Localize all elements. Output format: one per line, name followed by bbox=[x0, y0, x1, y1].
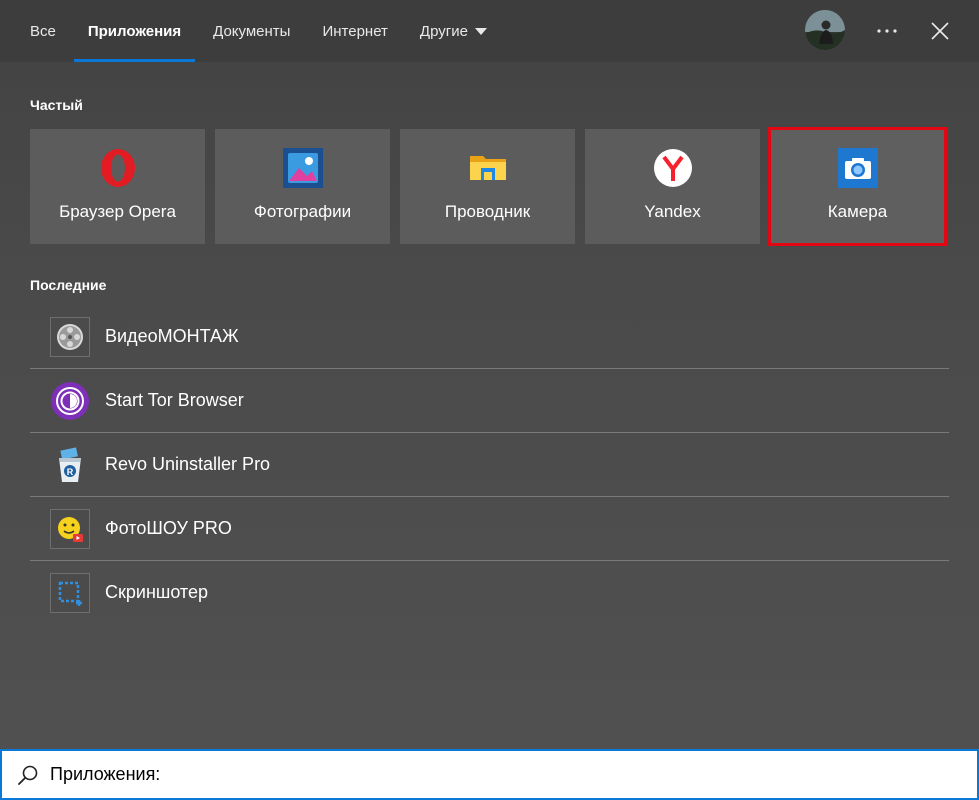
avatar-photo-icon bbox=[805, 10, 845, 50]
tab-internet[interactable]: Интернет bbox=[306, 0, 403, 62]
user-avatar[interactable] bbox=[805, 10, 845, 50]
close-button[interactable] bbox=[920, 11, 960, 51]
list-item-videomontazh[interactable]: ВидеоМОНТАЖ bbox=[30, 305, 949, 369]
tab-apps[interactable]: Приложения bbox=[72, 0, 197, 62]
recent-apps-list: ВидеоМОНТАЖ Start Tor Browser R Revo Uni… bbox=[30, 305, 949, 624]
file-explorer-icon bbox=[468, 148, 508, 188]
list-item-label: Start Tor Browser bbox=[105, 390, 244, 410]
svg-text:R: R bbox=[67, 467, 74, 477]
tile-camera[interactable]: Камера bbox=[768, 127, 947, 246]
more-options-button[interactable] bbox=[867, 11, 907, 51]
tor-browser-icon bbox=[50, 381, 90, 421]
tile-label: Камера bbox=[827, 202, 888, 221]
frequent-section-title: Частый bbox=[30, 97, 83, 113]
tile-label: Yandex bbox=[644, 202, 701, 221]
film-reel-icon bbox=[50, 317, 90, 357]
tab-label: Другие bbox=[419, 22, 468, 40]
camera-icon bbox=[837, 148, 878, 188]
tab-label: Приложения bbox=[87, 22, 182, 40]
search-bar bbox=[0, 749, 979, 800]
chevron-down-icon bbox=[474, 27, 487, 35]
tile-label: Проводник bbox=[444, 202, 531, 221]
tile-label: Фотографии bbox=[253, 202, 352, 221]
filter-tabs: Все Приложения Документы Интернет Другие bbox=[14, 0, 503, 62]
tile-photos[interactable]: Фотографии bbox=[215, 129, 390, 244]
header-bar: Все Приложения Документы Интернет Другие bbox=[0, 0, 979, 62]
fotoshow-icon bbox=[50, 509, 90, 549]
list-item-screenshoter[interactable]: Скриншотер bbox=[30, 561, 949, 624]
tile-opera[interactable]: Браузер Opera bbox=[30, 129, 205, 244]
tab-documents[interactable]: Документы bbox=[197, 0, 306, 62]
search-input[interactable] bbox=[50, 751, 950, 798]
search-icon bbox=[18, 765, 38, 785]
list-item-label: Скриншотер bbox=[105, 582, 208, 602]
tab-all[interactable]: Все bbox=[14, 0, 72, 62]
yandex-icon bbox=[653, 148, 693, 188]
list-item-tor-browser[interactable]: Start Tor Browser bbox=[30, 369, 949, 433]
revo-uninstaller-icon: R bbox=[50, 445, 90, 485]
photos-icon bbox=[282, 148, 323, 188]
start-search-panel: Все Приложения Документы Интернет Другие bbox=[0, 0, 979, 800]
list-item-label: Revo Uninstaller Pro bbox=[105, 454, 271, 474]
list-item-revo-uninstaller[interactable]: R Revo Uninstaller Pro bbox=[30, 433, 949, 497]
list-item-label: ВидеоМОНТАЖ bbox=[105, 326, 239, 346]
more-horizontal-icon bbox=[877, 29, 897, 33]
tab-label: Все bbox=[30, 22, 56, 40]
opera-icon bbox=[98, 148, 138, 188]
close-icon bbox=[931, 22, 949, 40]
recent-section-title: Последние bbox=[30, 277, 107, 293]
frequent-apps: Браузер Opera Фотографии Проводник Yande… bbox=[30, 127, 955, 246]
tile-file-explorer[interactable]: Проводник bbox=[400, 129, 575, 244]
tile-yandex[interactable]: Yandex bbox=[585, 129, 760, 244]
screenshot-icon bbox=[50, 573, 90, 613]
tab-other[interactable]: Другие bbox=[404, 0, 503, 62]
tab-label: Интернет bbox=[322, 22, 388, 40]
list-item-fotoshow[interactable]: ФотоШОУ PRO bbox=[30, 497, 949, 561]
list-item-label: ФотоШОУ PRO bbox=[105, 518, 232, 538]
tab-label: Документы bbox=[213, 22, 291, 40]
tile-label: Браузер Opera bbox=[59, 202, 176, 221]
